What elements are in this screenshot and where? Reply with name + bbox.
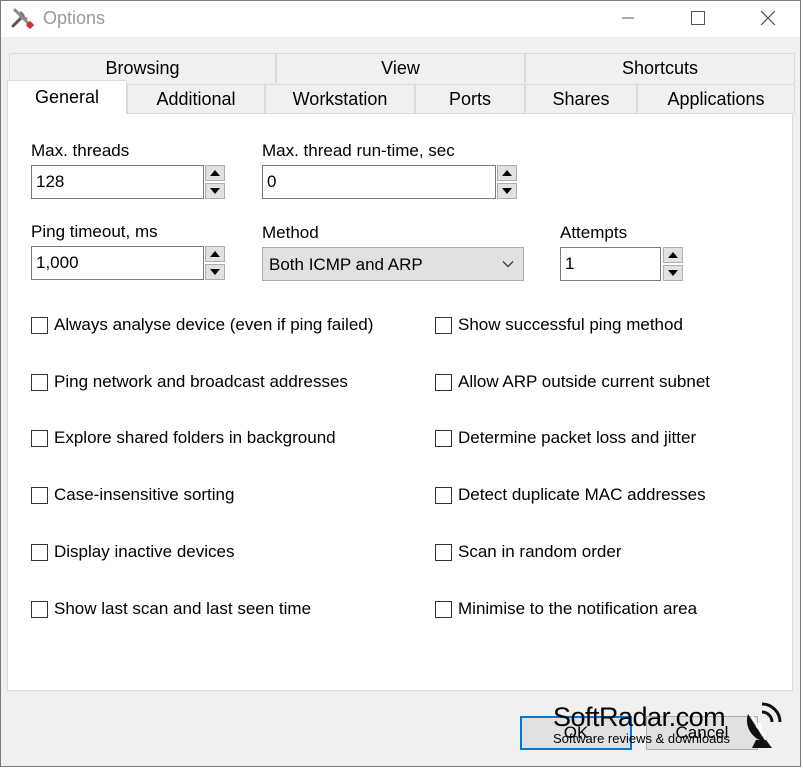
tools-icon <box>11 8 34 29</box>
tab-ports[interactable]: Ports <box>415 84 525 114</box>
arrow-down-icon <box>210 269 220 275</box>
tab-view[interactable]: View <box>276 53 525 83</box>
tab-general[interactable]: General <box>7 80 127 114</box>
close-icon <box>760 10 776 26</box>
checkbox-random-order[interactable]: Scan in random order <box>435 541 621 563</box>
attempts-input[interactable]: 1 <box>560 247 661 281</box>
tab-additional[interactable]: Additional <box>127 84 265 114</box>
checkbox-box[interactable] <box>31 316 48 334</box>
tab-shares[interactable]: Shares <box>525 84 637 114</box>
arrow-up-icon <box>210 251 220 257</box>
attempts-spinner <box>663 247 683 281</box>
max-threads-up-button[interactable] <box>205 165 225 181</box>
checkbox-box[interactable] <box>435 486 452 504</box>
max-runtime-spinner <box>497 165 517 199</box>
arrow-up-icon <box>668 252 678 258</box>
checkbox-packet-loss[interactable]: Determine packet loss and jitter <box>435 427 696 449</box>
max-runtime-up-button[interactable] <box>497 165 517 181</box>
title-bar[interactable]: Options <box>1 1 800 37</box>
watermark-name: SoftRadar.com <box>553 702 726 732</box>
checkbox-box[interactable] <box>31 373 48 391</box>
satellite-dish-icon <box>746 702 782 748</box>
checkbox-allow-arp[interactable]: Allow ARP outside current subnet <box>435 371 710 393</box>
tab-shortcuts[interactable]: Shortcuts <box>525 53 795 83</box>
watermark-tagline: Software reviews & downloads <box>553 731 731 746</box>
chevron-down-icon <box>502 261 514 268</box>
arrow-down-icon <box>502 188 512 194</box>
method-dropdown[interactable]: Both ICMP and ARP <box>262 247 524 281</box>
arrow-up-icon <box>210 170 220 176</box>
close-button[interactable] <box>733 1 803 35</box>
ping-timeout-up-button[interactable] <box>205 246 225 262</box>
maximize-button[interactable] <box>663 1 733 35</box>
ping-timeout-down-button[interactable] <box>205 264 225 280</box>
attempts-down-button[interactable] <box>663 265 683 281</box>
arrow-down-icon <box>668 270 678 276</box>
checkbox-box[interactable] <box>435 373 452 391</box>
max-runtime-down-button[interactable] <box>497 183 517 199</box>
general-panel: Max. threads 128 Max. thread run-time, s… <box>7 113 793 691</box>
max-threads-label: Max. threads <box>31 141 130 160</box>
minimize-button[interactable] <box>593 1 663 35</box>
attempts-label: Attempts <box>560 223 628 242</box>
method-label: Method <box>262 223 319 242</box>
ping-timeout-input[interactable]: 1,000 <box>31 246 204 280</box>
tab-applications[interactable]: Applications <box>637 84 795 114</box>
ping-timeout-spinner <box>205 246 225 280</box>
max-runtime-input[interactable]: 0 <box>262 165 496 199</box>
checkbox-show-ping-method[interactable]: Show successful ping method <box>435 314 683 336</box>
minimize-icon <box>622 17 634 19</box>
arrow-up-icon <box>502 170 512 176</box>
max-runtime-label: Max. thread run-time, sec <box>262 141 455 160</box>
checkbox-duplicate-mac[interactable]: Detect duplicate MAC addresses <box>435 484 706 506</box>
checkbox-minimise-tray[interactable]: Minimise to the notification area <box>435 598 697 620</box>
checkbox-display-inactive[interactable]: Display inactive devices <box>31 541 234 563</box>
maximize-icon <box>691 11 705 25</box>
checkbox-box[interactable] <box>31 543 48 561</box>
checkbox-box[interactable] <box>31 486 48 504</box>
ping-timeout-label: Ping timeout, ms <box>31 222 158 241</box>
checkbox-box[interactable] <box>31 429 48 447</box>
options-dialog: Options Browsing View Shortcuts General … <box>0 0 801 767</box>
checkbox-explore-shared[interactable]: Explore shared folders in background <box>31 427 336 449</box>
watermark: SoftRadar.com Software reviews & downloa… <box>553 702 730 746</box>
checkbox-case-insensitive[interactable]: Case-insensitive sorting <box>31 484 234 506</box>
checkbox-box[interactable] <box>31 600 48 618</box>
arrow-down-icon <box>210 188 220 194</box>
tab-workstation[interactable]: Workstation <box>265 84 415 114</box>
checkbox-show-last-scan[interactable]: Show last scan and last seen time <box>31 598 311 620</box>
max-threads-spinner <box>205 165 225 199</box>
tab-browsing[interactable]: Browsing <box>9 53 276 83</box>
checkbox-box[interactable] <box>435 429 452 447</box>
checkbox-box[interactable] <box>435 543 452 561</box>
method-selected-value: Both ICMP and ARP <box>269 255 423 274</box>
checkbox-box[interactable] <box>435 600 452 618</box>
attempts-up-button[interactable] <box>663 247 683 263</box>
checkbox-box[interactable] <box>435 316 452 334</box>
checkbox-ping-broadcast[interactable]: Ping network and broadcast addresses <box>31 371 348 393</box>
max-threads-input[interactable]: 128 <box>31 165 204 199</box>
window-title: Options <box>43 8 106 28</box>
checkbox-always-analyse[interactable]: Always analyse device (even if ping fail… <box>31 314 373 336</box>
max-threads-down-button[interactable] <box>205 183 225 199</box>
